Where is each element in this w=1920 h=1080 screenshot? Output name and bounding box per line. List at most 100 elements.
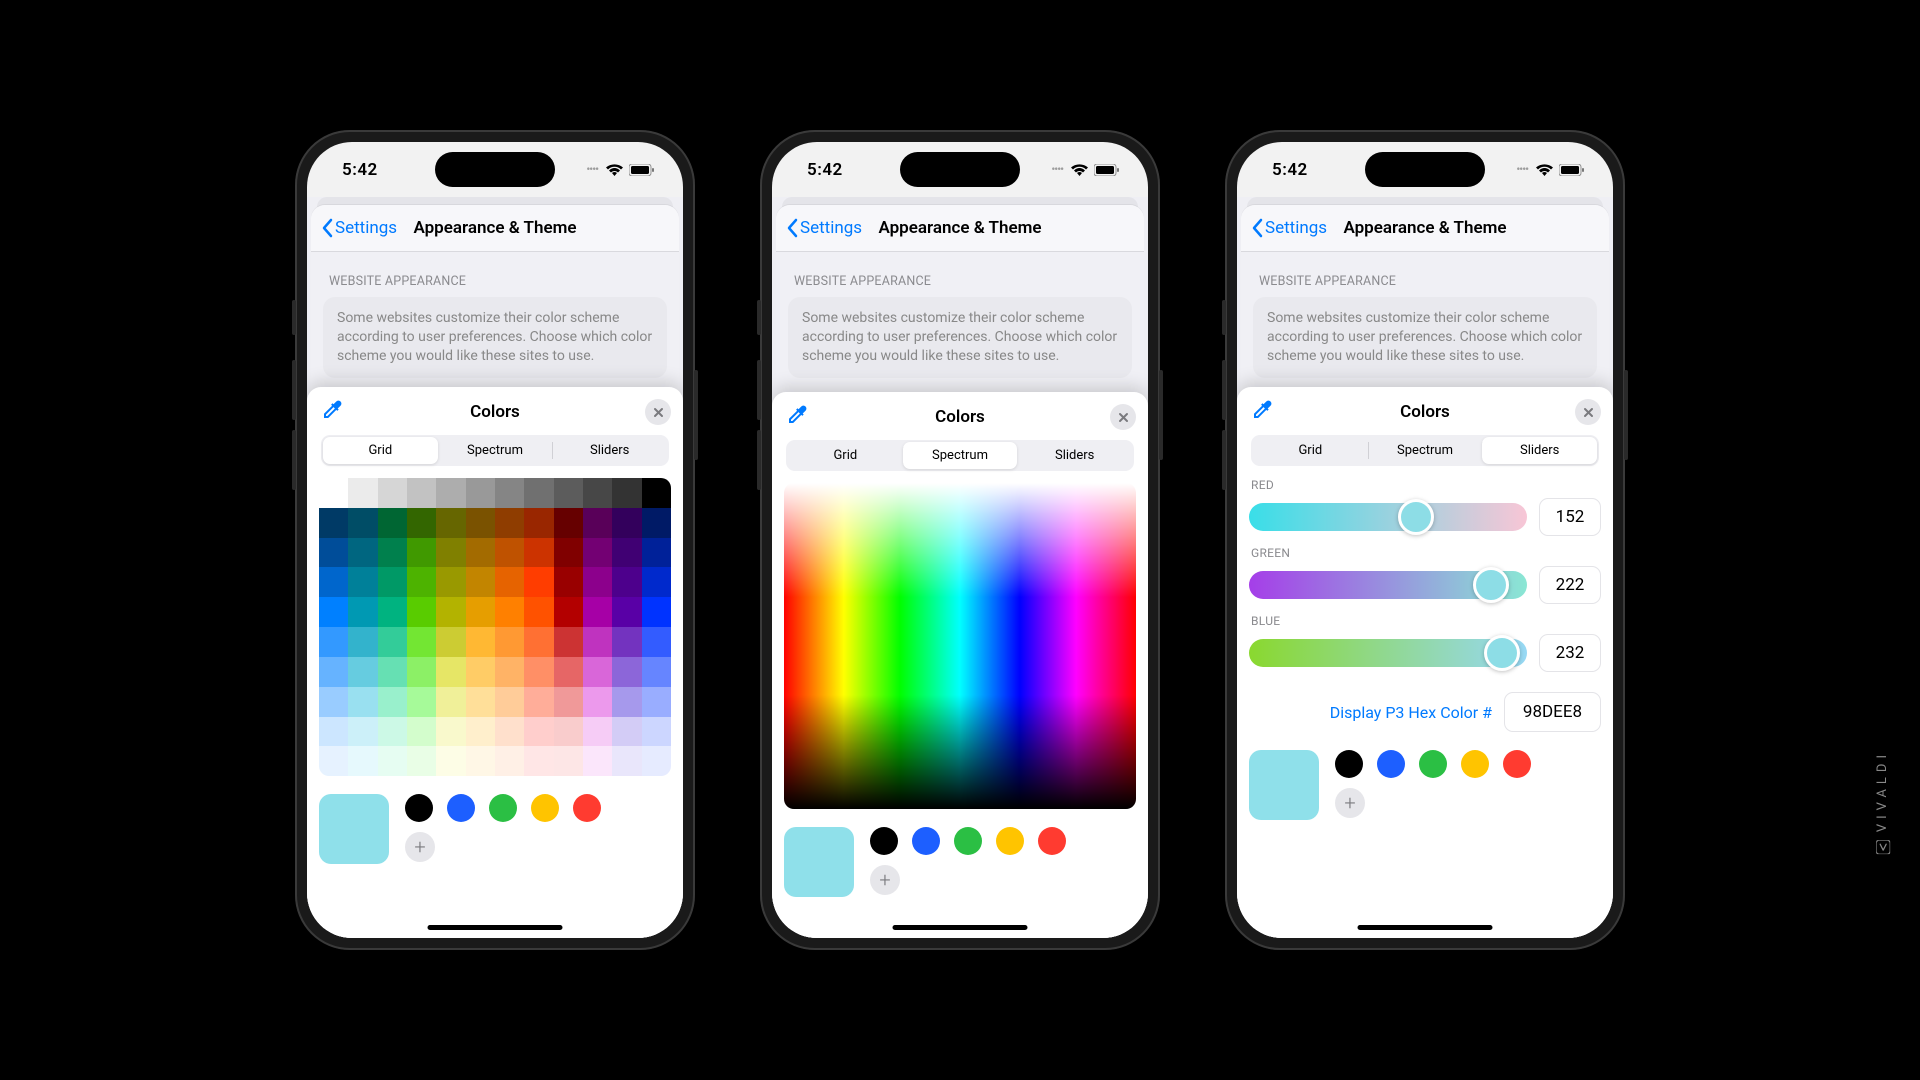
grid-cell[interactable] [495,746,524,776]
preset-yellow[interactable] [996,827,1024,855]
grid-cell[interactable] [612,746,641,776]
grid-cell[interactable] [642,746,671,776]
grid-cell[interactable] [407,687,436,717]
grid-cell[interactable] [319,746,348,776]
grid-cell[interactable] [583,746,612,776]
grid-cell[interactable] [348,538,377,568]
grid-cell[interactable] [436,508,465,538]
grid-cell[interactable] [524,538,553,568]
grid-cell[interactable] [554,538,583,568]
grid-cell[interactable] [407,627,436,657]
grid-cell[interactable] [495,717,524,747]
grid-cell[interactable] [524,687,553,717]
eyedropper-button[interactable] [786,404,808,430]
grid-cell[interactable] [466,567,495,597]
grid-cell[interactable] [319,597,348,627]
grid-cell[interactable] [378,717,407,747]
add-preset-button[interactable]: + [870,865,900,895]
grid-cell[interactable] [642,538,671,568]
tab-spectrum[interactable]: Spectrum [1368,437,1483,464]
grid-cell[interactable] [407,746,436,776]
grid-cell[interactable] [436,687,465,717]
grid-cell[interactable] [319,657,348,687]
grid-cell[interactable] [612,567,641,597]
grid-cell[interactable] [407,657,436,687]
grid-cell[interactable] [583,657,612,687]
grid-cell[interactable] [554,746,583,776]
home-indicator[interactable] [428,925,563,930]
grid-cell[interactable] [407,478,436,508]
preset-red[interactable] [1038,827,1066,855]
back-button[interactable]: Settings [1251,218,1327,238]
grid-cell[interactable] [524,657,553,687]
grid-cell[interactable] [495,508,524,538]
grid-cell[interactable] [378,687,407,717]
grid-cell[interactable] [436,597,465,627]
grid-cell[interactable] [524,746,553,776]
grid-cell[interactable] [436,717,465,747]
color-spectrum[interactable] [784,483,1136,809]
grid-cell[interactable] [348,478,377,508]
grid-cell[interactable] [378,567,407,597]
grid-cell[interactable] [378,597,407,627]
grid-cell[interactable] [583,567,612,597]
grid-cell[interactable] [348,717,377,747]
grid-cell[interactable] [378,478,407,508]
grid-cell[interactable] [612,508,641,538]
home-indicator[interactable] [1358,925,1493,930]
grid-cell[interactable] [524,597,553,627]
grid-cell[interactable] [466,717,495,747]
grid-cell[interactable] [524,717,553,747]
grid-cell[interactable] [642,508,671,538]
grid-cell[interactable] [642,597,671,627]
grid-cell[interactable] [378,657,407,687]
grid-cell[interactable] [348,567,377,597]
preset-red[interactable] [573,794,601,822]
grid-cell[interactable] [378,746,407,776]
grid-cell[interactable] [436,657,465,687]
preset-yellow[interactable] [1461,750,1489,778]
grid-cell[interactable] [524,508,553,538]
grid-cell[interactable] [642,687,671,717]
grid-cell[interactable] [319,627,348,657]
close-button[interactable] [1575,399,1601,425]
grid-cell[interactable] [348,746,377,776]
grid-cell[interactable] [524,478,553,508]
grid-cell[interactable] [348,657,377,687]
grid-cell[interactable] [407,567,436,597]
grid-cell[interactable] [642,478,671,508]
eyedropper-button[interactable] [321,399,343,425]
grid-cell[interactable] [495,687,524,717]
hex-value[interactable]: 98DEE8 [1504,692,1601,732]
grid-cell[interactable] [554,508,583,538]
preset-yellow[interactable] [531,794,559,822]
green-slider[interactable] [1249,571,1527,599]
grid-cell[interactable] [554,597,583,627]
grid-cell[interactable] [436,538,465,568]
preset-blue[interactable] [447,794,475,822]
grid-cell[interactable] [612,478,641,508]
grid-cell[interactable] [524,567,553,597]
add-preset-button[interactable]: + [1335,788,1365,818]
grid-cell[interactable] [642,627,671,657]
grid-cell[interactable] [407,508,436,538]
grid-cell[interactable] [319,538,348,568]
grid-cell[interactable] [378,538,407,568]
eyedropper-button[interactable] [1251,399,1273,425]
grid-cell[interactable] [436,627,465,657]
grid-cell[interactable] [642,657,671,687]
preset-green[interactable] [489,794,517,822]
grid-cell[interactable] [583,508,612,538]
grid-cell[interactable] [583,538,612,568]
grid-cell[interactable] [642,717,671,747]
grid-cell[interactable] [407,597,436,627]
grid-cell[interactable] [319,567,348,597]
preset-black[interactable] [870,827,898,855]
grid-cell[interactable] [466,687,495,717]
close-button[interactable] [645,399,671,425]
tab-sliders[interactable]: Sliders [1482,437,1597,464]
tab-grid[interactable]: Grid [323,437,438,464]
grid-cell[interactable] [583,717,612,747]
grid-cell[interactable] [495,657,524,687]
grid-cell[interactable] [466,746,495,776]
